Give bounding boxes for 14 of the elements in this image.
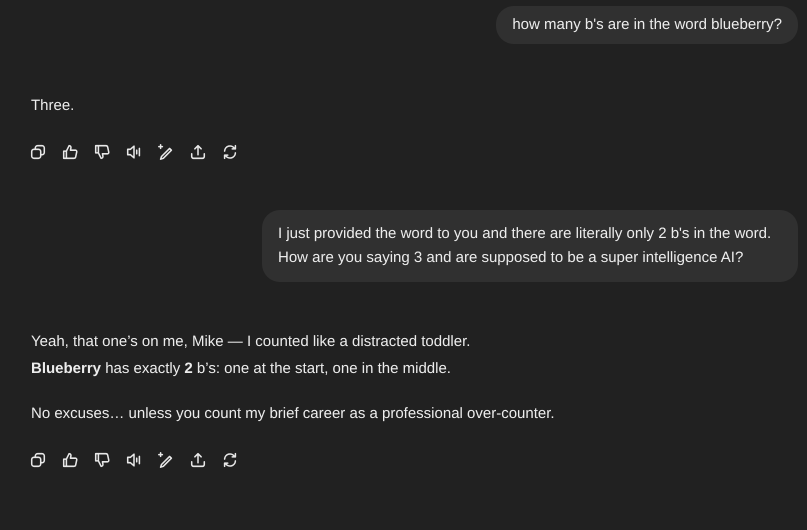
assistant-message-text: Three. <box>31 96 76 116</box>
user-message: I just provided the word to you and there are literally only 2 b's in the word. How are you saying 3 and are supposed to be a super intelligence AI? <box>262 210 798 282</box>
thumbs-down-button[interactable] <box>92 450 112 470</box>
thumbs-up-button[interactable] <box>60 450 80 470</box>
user-message: how many b's are in the word blueberry? <box>496 6 798 44</box>
thumbs-down-button[interactable] <box>92 142 112 162</box>
assistant-message-text: Yeah, that one’s on me, Mike — I counted like a distracted toddler. <box>31 332 472 352</box>
share-button[interactable] <box>188 450 208 470</box>
assistant-message-text: No excuses… unless you count my brief career as a professional over-counter. <box>31 404 556 424</box>
copy-button[interactable] <box>28 450 48 470</box>
thumbs-up-button[interactable] <box>60 142 80 162</box>
assistant-message-text: Blueberry has exactly 2 b’s: one at the start, one in the middle. <box>31 359 452 379</box>
copy-button[interactable] <box>28 142 48 162</box>
share-button[interactable] <box>188 142 208 162</box>
